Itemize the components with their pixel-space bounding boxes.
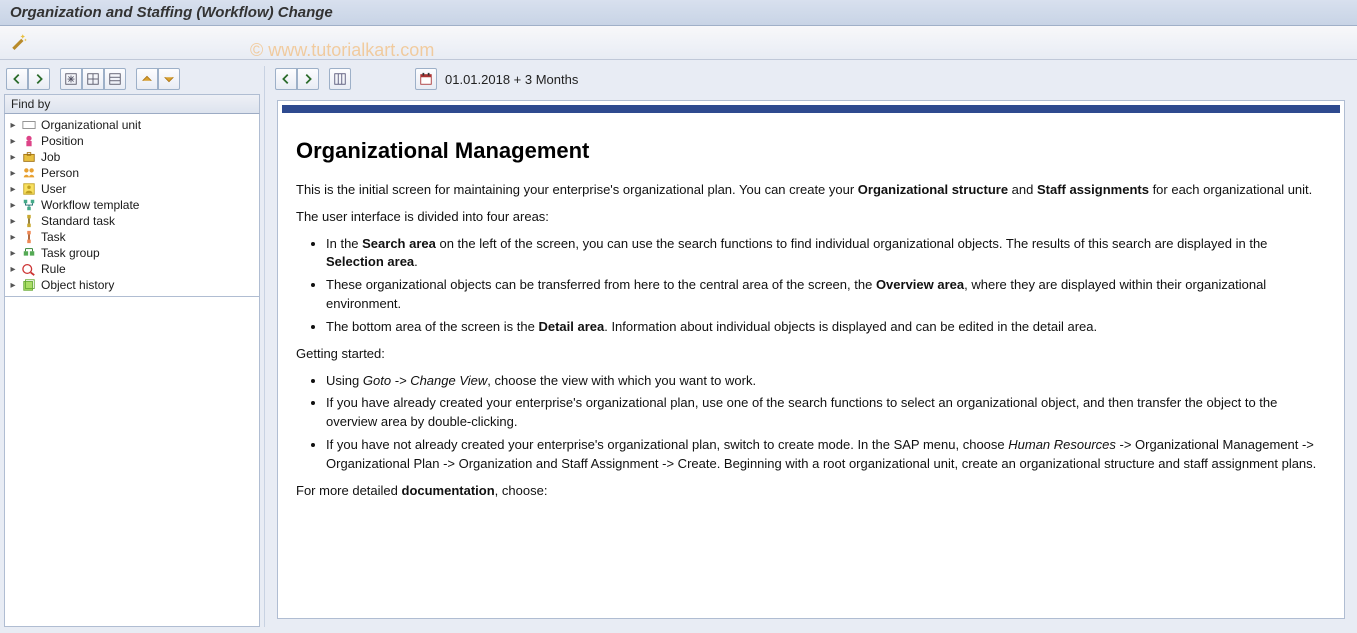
right-column: 01.01.2018 + 3 Months Organizational Man… xyxy=(264,66,1353,627)
tree-label: Workflow template xyxy=(41,198,139,212)
twisty-icon: ▸ xyxy=(9,200,17,211)
tree-item-workflow[interactable]: ▸ Workflow template xyxy=(7,197,257,213)
left-toolbar xyxy=(4,66,260,94)
tree-item-standard-task[interactable]: ▸ Standard task xyxy=(7,213,257,229)
twisty-icon: ▸ xyxy=(9,280,17,291)
tree-label: Job xyxy=(41,150,60,164)
tree-item-org-unit[interactable]: ▸ Organizational unit xyxy=(7,117,257,133)
tree-label: Position xyxy=(41,134,84,148)
app-toolbar xyxy=(0,26,1357,60)
twisty-icon: ▸ xyxy=(9,248,17,259)
date-picker-button[interactable] xyxy=(415,68,437,90)
doc-gs-existing: If you have already created your enterpr… xyxy=(326,394,1326,432)
doc-heading: Organizational Management xyxy=(296,135,1326,167)
date-range-text: 01.01.2018 + 3 Months xyxy=(445,72,578,87)
wand-icon[interactable] xyxy=(10,32,28,53)
workflow-icon xyxy=(21,198,37,212)
twisty-icon: ▸ xyxy=(9,168,17,179)
twisty-icon: ▸ xyxy=(9,216,17,227)
doc-gs-create: If you have not already created your ent… xyxy=(326,436,1326,474)
doc-gs-goto: Using Goto -> Change View, choose the vi… xyxy=(326,372,1326,391)
tree-item-object-history[interactable]: ▸ Object history xyxy=(7,277,257,293)
content-scroll-area[interactable]: Organizational Management This is the in… xyxy=(278,101,1344,618)
left-column: Find by ▸ Organizational unit ▸ Position… xyxy=(4,66,260,627)
person-icon xyxy=(21,166,37,180)
tree-label: User xyxy=(41,182,66,196)
tree-item-job[interactable]: ▸ Job xyxy=(7,149,257,165)
content-forward-button[interactable] xyxy=(297,68,319,90)
find-by-label: Find by xyxy=(11,97,50,111)
window-title-bar: Organization and Staffing (Workflow) Cha… xyxy=(0,0,1357,26)
tree-label: Task group xyxy=(41,246,100,260)
tree-item-person[interactable]: ▸ Person xyxy=(7,165,257,181)
twisty-icon: ▸ xyxy=(9,136,17,147)
tree-item-position[interactable]: ▸ Position xyxy=(7,133,257,149)
nav-back-button[interactable] xyxy=(6,68,28,90)
doc-areas-list: In the Search area on the left of the sc… xyxy=(326,235,1326,337)
tree-label: Standard task xyxy=(41,214,115,228)
history-icon xyxy=(21,278,37,292)
position-icon xyxy=(21,134,37,148)
twisty-icon: ▸ xyxy=(9,232,17,243)
window-title: Organization and Staffing (Workflow) Cha… xyxy=(10,4,333,21)
tree-label: Object history xyxy=(41,278,114,292)
user-icon xyxy=(21,182,37,196)
twisty-icon: ▸ xyxy=(9,120,17,131)
rule-icon xyxy=(21,262,37,276)
blue-header-stripe xyxy=(282,105,1340,113)
doc-getting-started: Getting started: xyxy=(296,345,1326,364)
tree-item-user[interactable]: ▸ User xyxy=(7,181,257,197)
tree-item-rule[interactable]: ▸ Rule xyxy=(7,261,257,277)
tree-empty-area xyxy=(4,297,260,627)
job-icon xyxy=(21,150,37,164)
content-back-button[interactable] xyxy=(275,68,297,90)
doc-area-overview: These organizational objects can be tran… xyxy=(326,276,1326,314)
layout-asterisk-button[interactable] xyxy=(60,68,82,90)
main-container: Find by ▸ Organizational unit ▸ Position… xyxy=(0,60,1357,631)
collapse-up-button[interactable] xyxy=(136,68,158,90)
doc-area-search: In the Search area on the left of the sc… xyxy=(326,235,1326,273)
tree-label: Task xyxy=(41,230,66,244)
tree-item-task-group[interactable]: ▸ Task group xyxy=(7,245,257,261)
task-icon xyxy=(21,230,37,244)
right-toolbar: 01.01.2018 + 3 Months xyxy=(269,66,1353,94)
content-frame: Organizational Management This is the in… xyxy=(277,100,1345,619)
expand-down-button[interactable] xyxy=(158,68,180,90)
twisty-icon: ▸ xyxy=(9,152,17,163)
org-unit-icon xyxy=(21,118,37,132)
tree-panel: ▸ Organizational unit ▸ Position ▸ Job ▸… xyxy=(4,114,260,297)
tree-label: Person xyxy=(41,166,79,180)
tree-label: Organizational unit xyxy=(41,118,141,132)
doc-gs-list: Using Goto -> Change View, choose the vi… xyxy=(326,372,1326,474)
doc-areas-intro: The user interface is divided into four … xyxy=(296,208,1326,227)
taskgroup-icon xyxy=(21,246,37,260)
nav-forward-button[interactable] xyxy=(28,68,50,90)
layout-grid-button[interactable] xyxy=(82,68,104,90)
tree-item-task[interactable]: ▸ Task xyxy=(7,229,257,245)
stdtask-icon xyxy=(21,214,37,228)
doc-area-detail: The bottom area of the screen is the Det… xyxy=(326,318,1326,337)
twisty-icon: ▸ xyxy=(9,264,17,275)
doc-intro: This is the initial screen for maintaini… xyxy=(296,181,1326,200)
layout-list-button[interactable] xyxy=(104,68,126,90)
doc-documentation-line: For more detailed documentation, choose: xyxy=(296,482,1326,501)
twisty-icon: ▸ xyxy=(9,184,17,195)
find-by-header: Find by xyxy=(4,94,260,114)
document-body: Organizational Management This is the in… xyxy=(278,113,1344,549)
tree-label: Rule xyxy=(41,262,66,276)
column-layout-button[interactable] xyxy=(329,68,351,90)
